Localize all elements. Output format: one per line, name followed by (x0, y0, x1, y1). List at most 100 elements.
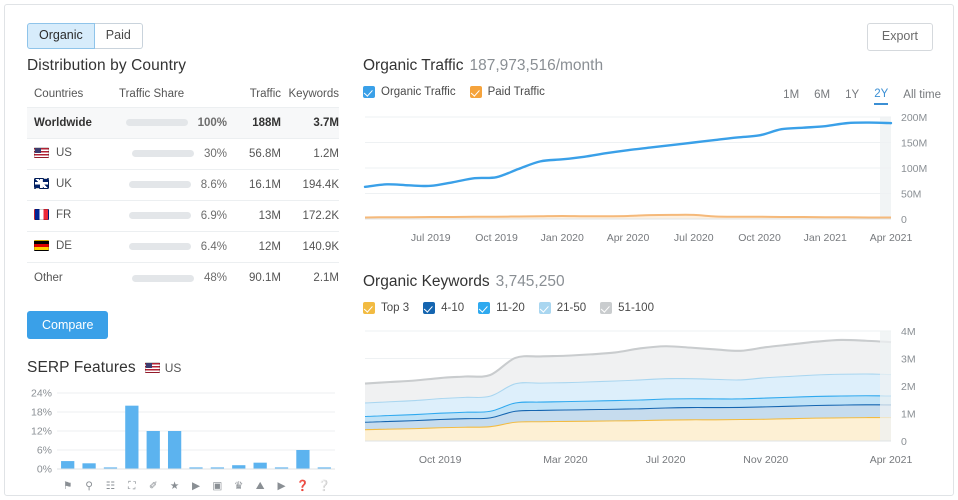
serp-bar[interactable] (125, 405, 139, 469)
site-links-icon[interactable]: ☷ (106, 480, 115, 492)
keywords-cell[interactable]: 1.2M (281, 138, 339, 170)
compare-button[interactable]: Compare (27, 310, 109, 339)
country-name: US (56, 146, 72, 159)
traffic-cell: 188M (227, 107, 281, 139)
svg-text:Apr 2021: Apr 2021 (870, 454, 913, 466)
serp-country-selector[interactable]: US (144, 360, 182, 375)
legend-label: 11-20 (496, 302, 525, 314)
video-icon[interactable]: ▶ (192, 480, 201, 492)
organic-keywords-title: Organic Keywords (363, 273, 490, 290)
keywords-cell[interactable]: 140.9K (281, 231, 339, 263)
distribution-table: Countries Traffic Share Traffic Keywords… (27, 88, 339, 294)
legend-label: 4-10 (441, 302, 465, 314)
serp-bar[interactable] (146, 430, 160, 469)
svg-text:Oct 2019: Oct 2019 (419, 454, 462, 466)
table-row[interactable]: Worldwide 100% 188M 3.7M (27, 107, 339, 139)
keywords-cell[interactable]: 194.4K (281, 169, 339, 201)
legend-item-keyword-1[interactable]: Top 3 (363, 302, 409, 314)
reviews-icon[interactable]: ★ (170, 480, 180, 492)
range-2y[interactable]: 2Y (874, 88, 889, 105)
top-stories-icon[interactable]: ♛ (234, 480, 243, 492)
share-percent: 30% (203, 148, 227, 160)
image-pack-icon[interactable]: ⛶ (128, 480, 136, 492)
table-row[interactable]: DE 6.4% 12M 140.9K (27, 231, 339, 263)
us-flag-icon (144, 362, 160, 373)
legend-item-traffic-1[interactable]: Organic Traffic (363, 86, 456, 98)
range-6m[interactable]: 6M (814, 89, 830, 104)
legend-item-traffic-2[interactable]: Paid Traffic (469, 86, 545, 98)
image-icon[interactable]: ⛰ (256, 480, 265, 492)
serp-bar[interactable] (232, 464, 246, 469)
traffic-cell[interactable]: 56.8M (227, 138, 281, 170)
legend-label: Organic Traffic (381, 86, 456, 98)
country-name: DE (56, 239, 72, 252)
serp-bar[interactable] (82, 462, 96, 469)
checkbox-checked-icon (600, 302, 613, 314)
traffic-cell: 90.1M (227, 262, 281, 294)
legend-item-keyword-3[interactable]: 11-20 (478, 302, 525, 314)
left-panel: Distribution by Country Countries Traffi… (27, 57, 339, 500)
instant-answer-icon[interactable]: ▶ (277, 480, 286, 492)
serp-bar[interactable] (167, 430, 182, 469)
organic-traffic-section: Organic Traffic 187,973,516/month Organic… (363, 57, 941, 247)
traffic-cell[interactable]: 16.1M (227, 169, 281, 201)
featured-snippet-icon[interactable]: ⚑ (63, 480, 72, 492)
table-header-row: Countries Traffic Share Traffic Keywords (27, 88, 339, 108)
svg-text:Oct 2020: Oct 2020 (738, 232, 781, 244)
country-cell: FR (27, 200, 119, 232)
faq-icon[interactable]: ❓ (296, 479, 309, 492)
local-pack-icon[interactable]: ⚲ (85, 480, 93, 492)
country-name: FR (56, 208, 72, 221)
svg-text:2M: 2M (901, 381, 916, 393)
serp-features-header: SERP Features US (27, 359, 339, 377)
svg-text:4M: 4M (901, 326, 916, 338)
keywords-cell: 3.7M (281, 107, 339, 139)
table-row[interactable]: FR 6.9% 13M 172.2K (27, 200, 339, 232)
table-row[interactable]: US 30% 56.8M 1.2M (27, 138, 339, 170)
serp-country-label: US (164, 360, 182, 375)
serp-bar[interactable] (253, 462, 267, 469)
table-row[interactable]: UK 8.6% 16.1M 194.4K (27, 169, 339, 201)
organic-traffic-chart: 0 50M 100M 150M 200M Jul 2019 Oct 2019 Jan 2020… (363, 112, 927, 244)
traffic-share-cell: 8.6% (119, 169, 227, 201)
share-bar (131, 274, 194, 282)
legend-item-keyword-5[interactable]: 51-100 (600, 302, 654, 314)
legend-label: Paid Traffic (487, 86, 545, 98)
legend-label: 21-50 (556, 302, 587, 314)
knowledge-panel-icon[interactable]: ❔ (318, 479, 331, 492)
related-links-icon[interactable]: ✐ (149, 480, 158, 492)
svg-text:Nov 2020: Nov 2020 (743, 454, 788, 466)
svg-text:Oct 2019: Oct 2019 (475, 232, 518, 244)
range-1y[interactable]: 1Y (845, 89, 859, 104)
legend-item-keyword-4[interactable]: 21-50 (538, 302, 587, 314)
export-button[interactable]: Export (866, 23, 933, 51)
checkbox-checked-icon (363, 86, 375, 98)
country-name: Other (34, 272, 63, 285)
legend-label: 51-100 (618, 302, 654, 314)
organic-keywords-section: Organic Keywords 3,745,250 Top 3 4-10 11-20… (363, 273, 941, 471)
svg-text:Jul 2020: Jul 2020 (674, 232, 714, 244)
share-percent: 6.4% (200, 241, 227, 253)
traffic-cell[interactable]: 13M (227, 200, 281, 232)
range-all-time[interactable]: All time (903, 89, 941, 104)
serp-bar[interactable] (296, 449, 310, 469)
checkbox-checked-icon (478, 302, 491, 314)
checkbox-checked-icon (363, 302, 375, 314)
organic-keywords-chart: 0 1M 2M 3M 4M Oct 2019 Mar 2020 Jul 2020 Nov 202… (364, 326, 916, 466)
tab-paid[interactable]: Paid (94, 23, 143, 49)
traffic-share-cell: 100% (119, 107, 227, 139)
organic-keywords-header: Organic Keywords 3,745,250 (363, 273, 941, 291)
col-traffic-share: Traffic Share (119, 88, 185, 100)
legend-item-keyword-2[interactable]: 4-10 (423, 302, 464, 314)
range-1m[interactable]: 1M (783, 89, 799, 104)
traffic-cell[interactable]: 12M (227, 231, 281, 263)
right-panel: Organic Traffic 187,973,516/month Organic… (363, 57, 941, 471)
svg-text:Mar 2020: Mar 2020 (543, 454, 588, 466)
table-row[interactable]: Other 48% 90.1M 2.1M (27, 262, 339, 294)
serp-bar[interactable] (61, 460, 75, 469)
keywords-cell[interactable]: 172.2K (281, 200, 339, 232)
video-carousel-icon[interactable]: ▣ (212, 480, 222, 492)
share-bar (128, 181, 191, 189)
tab-organic[interactable]: Organic (27, 23, 95, 49)
svg-text:0%: 0% (37, 463, 52, 475)
